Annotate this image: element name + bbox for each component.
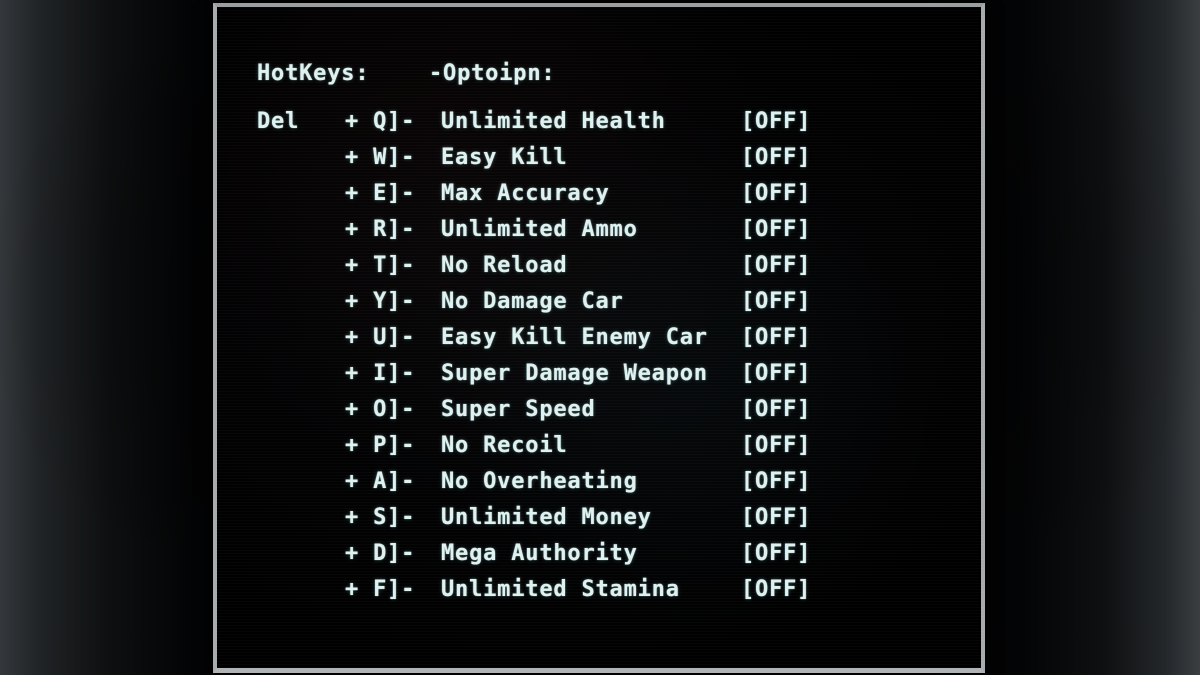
cheat-hotkey: + E]- (345, 181, 416, 206)
cheat-row[interactable]: + S]- Unlimited Money [OFF] (217, 500, 981, 536)
cheat-status-badge[interactable]: [OFF] (741, 284, 811, 320)
cheat-row[interactable]: + I]- Super Damage Weapon [OFF] (217, 356, 981, 392)
cheat-rows: Del + Q]- Unlimited Health [OFF] + W]- Easy K… (217, 104, 981, 608)
cheat-hotkey: + W]- (345, 145, 416, 170)
cheat-option-label: Unlimited Health (441, 109, 666, 134)
cheat-status-badge[interactable]: [OFF] (741, 572, 811, 608)
trainer-window: HotKeys: -Optoipn: Del + Q]- Unlimited Hea… (213, 3, 985, 673)
cheat-option-label: Easy Kill Enemy Car (441, 325, 708, 350)
cheat-option-label: Unlimited Money (441, 505, 652, 530)
cheat-status-badge[interactable]: [OFF] (741, 464, 811, 500)
cheat-row[interactable]: + P]- No Recoil [OFF] (217, 428, 981, 464)
header-hotkeys: HotKeys: (257, 61, 370, 86)
cheat-hotkey: + I]- (345, 361, 416, 386)
cheat-hotkey: + Y]- (345, 289, 416, 314)
cheat-option-label: No Damage Car (441, 289, 624, 314)
cheat-status-badge[interactable]: [OFF] (741, 536, 811, 572)
cheat-row[interactable]: + E]- Max Accuracy [OFF] (217, 176, 981, 212)
cheat-status-badge[interactable]: [OFF] (741, 104, 811, 140)
cheat-option-label: Mega Authority (441, 541, 638, 566)
cheat-row[interactable]: + U]- Easy Kill Enemy Car [OFF] (217, 320, 981, 356)
cheat-row[interactable]: + A]- No Overheating [OFF] (217, 464, 981, 500)
cheat-row[interactable]: + T]- No Reload [OFF] (217, 248, 981, 284)
cheat-hotkey: + T]- (345, 253, 416, 278)
cheat-row[interactable]: + D]- Mega Authority [OFF] (217, 536, 981, 572)
cheat-hotkey: + S]- (345, 505, 416, 530)
cheat-hotkey: + U]- (345, 325, 416, 350)
cheat-status-badge[interactable]: [OFF] (741, 392, 811, 428)
cheat-row[interactable]: + F]- Unlimited Stamina [OFF] (217, 572, 981, 608)
cheat-option-label: Unlimited Stamina (441, 577, 680, 602)
cheat-row[interactable]: + O]- Super Speed [OFF] (217, 392, 981, 428)
cheat-modifier-key: Del (257, 109, 300, 134)
cheat-hotkey: + A]- (345, 469, 416, 494)
cheat-option-label: Max Accuracy (441, 181, 610, 206)
cheat-option-label: Super Damage Weapon (441, 361, 708, 386)
cheat-status-badge[interactable]: [OFF] (741, 428, 811, 464)
cheat-option-label: No Recoil (441, 433, 568, 458)
cheat-hotkey: + P]- (345, 433, 416, 458)
cheat-status-badge[interactable]: [OFF] (741, 248, 811, 284)
cheat-hotkey: + F]- (345, 577, 416, 602)
cheat-status-badge[interactable]: [OFF] (741, 320, 811, 356)
cheat-option-label: Easy Kill (441, 145, 568, 170)
cheat-row[interactable]: + Y]- No Damage Car [OFF] (217, 284, 981, 320)
header-option: -Optoipn: (429, 61, 556, 86)
cheat-option-label: Super Speed (441, 397, 596, 422)
cheat-status-badge[interactable]: [OFF] (741, 140, 811, 176)
cheat-hotkey: + R]- (345, 217, 416, 242)
cheat-option-label: Unlimited Ammo (441, 217, 638, 242)
cheat-row[interactable]: + W]- Easy Kill [OFF] (217, 140, 981, 176)
cheat-row[interactable]: + R]- Unlimited Ammo [OFF] (217, 212, 981, 248)
cheat-status-badge[interactable]: [OFF] (741, 356, 811, 392)
cheat-hotkey: + Q]- (345, 109, 416, 134)
cheat-option-label: No Reload (441, 253, 568, 278)
cheat-row[interactable]: Del + Q]- Unlimited Health [OFF] (217, 104, 981, 140)
cheat-hotkey: + O]- (345, 397, 416, 422)
cheat-status-badge[interactable]: [OFF] (741, 176, 811, 212)
cheat-option-label: No Overheating (441, 469, 638, 494)
cheat-hotkey: + D]- (345, 541, 416, 566)
cheat-status-badge[interactable]: [OFF] (741, 500, 811, 536)
column-headers: HotKeys: -Optoipn: (217, 57, 981, 91)
cheat-status-badge[interactable]: [OFF] (741, 212, 811, 248)
trainer-panel: HotKeys: -Optoipn: Del + Q]- Unlimited Hea… (217, 7, 981, 668)
